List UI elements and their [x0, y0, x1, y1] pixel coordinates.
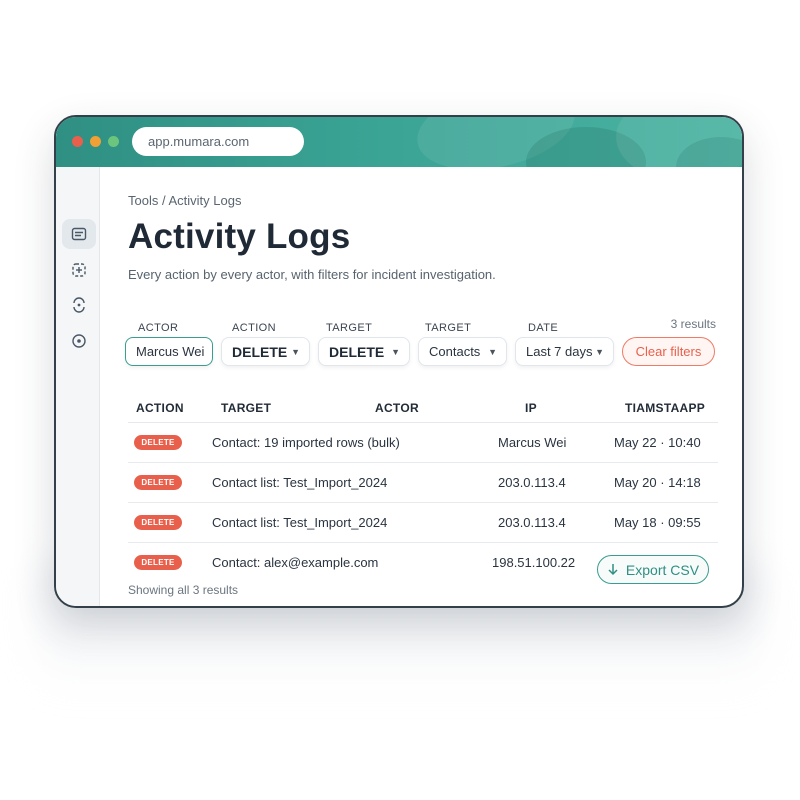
- filter-label-target-type: TARGET: [425, 322, 472, 334]
- actor-filter-input[interactable]: Marcus Wei: [125, 337, 213, 366]
- table-row[interactable]: DELETE Contact: 19 imported rows (bulk) …: [128, 423, 718, 463]
- row-timestamp: May 20 · 14:18: [614, 475, 701, 490]
- row-target: Contact: alex@example.com: [212, 555, 379, 570]
- row-target: Contact list: Test_Import_2024: [212, 475, 388, 490]
- row-timestamp: May 18 · 09:55: [614, 515, 701, 530]
- browser-titlebar: app.mumara.com: [56, 117, 742, 167]
- target-filter-value: DELETE: [329, 343, 385, 360]
- grid-plus-icon: [72, 263, 86, 277]
- clear-filters-button[interactable]: Clear filters: [622, 337, 715, 366]
- export-csv-button[interactable]: Export CSV: [597, 555, 709, 584]
- chevron-down-icon: ▼: [595, 347, 604, 357]
- page-title: Activity Logs: [128, 217, 351, 256]
- sidebar-item-add[interactable]: [62, 255, 96, 285]
- action-badge: DELETE: [134, 475, 182, 490]
- export-csv-label: Export CSV: [625, 561, 700, 578]
- showing-results-text: Showing all 3 results: [128, 583, 239, 597]
- row-ip: 198.51.100.22: [492, 555, 576, 570]
- sidebar-item-sync[interactable]: [62, 290, 96, 320]
- action-badge: DELETE: [134, 555, 182, 570]
- column-header-action[interactable]: ACTION: [136, 401, 184, 415]
- filter-label-actor: ACTOR: [138, 322, 179, 334]
- target-filter-select[interactable]: DELETE ▼: [318, 337, 410, 366]
- row-target: Contact: 19 imported rows (bulk): [212, 435, 400, 450]
- breadcrumb: Tools / Activity Logs: [128, 193, 242, 208]
- chevron-down-icon: ▼: [488, 347, 497, 357]
- refresh-icon: [73, 297, 85, 313]
- browser-window: app.mumara.com Tools / Activity Logs Act…: [54, 115, 744, 608]
- actor-filter-value: Marcus Wei: [136, 344, 205, 359]
- download-arrow-icon: [608, 564, 618, 576]
- date-filter-value: Last 7 days: [526, 344, 593, 359]
- column-header-actor[interactable]: ACTOR: [375, 401, 419, 415]
- close-window-button[interactable]: [72, 136, 83, 147]
- minimize-window-button[interactable]: [90, 136, 101, 147]
- row-timestamp: May 22 · 10:40: [614, 435, 701, 450]
- table-row[interactable]: DELETE Contact list: Test_Import_2024 20…: [128, 463, 718, 503]
- table-row[interactable]: DELETE Contact list: Test_Import_2024 20…: [128, 503, 718, 543]
- row-ip: 203.0.113.4: [498, 475, 566, 490]
- target-icon: [72, 334, 86, 348]
- filter-label-action: ACTION: [232, 322, 276, 334]
- action-badge: DELETE: [134, 435, 182, 450]
- target-type-filter-select[interactable]: Contacts ▼: [418, 337, 507, 366]
- results-count: 3 results: [670, 317, 716, 331]
- date-filter-select[interactable]: Last 7 days ▼: [515, 337, 614, 366]
- action-filter-select[interactable]: DELETE ▼: [221, 337, 310, 366]
- url-bar[interactable]: app.mumara.com: [132, 127, 304, 156]
- url-text: app.mumara.com: [148, 134, 250, 149]
- action-badge: DELETE: [134, 515, 182, 530]
- row-ip: 203.0.113.4: [498, 515, 566, 530]
- sidebar-item-target[interactable]: [62, 326, 96, 356]
- filter-label-target: TARGET: [326, 322, 373, 334]
- chevron-down-icon: ▼: [391, 347, 400, 357]
- target-type-filter-value: Contacts: [429, 344, 481, 359]
- sidebar: [56, 167, 100, 606]
- action-filter-value: DELETE: [232, 343, 288, 360]
- row-target: Contact list: Test_Import_2024: [212, 515, 388, 530]
- sidebar-item-activity-logs[interactable]: [62, 219, 96, 249]
- column-header-timestamp[interactable]: TIAMSTAAPP: [625, 401, 705, 415]
- logs-icon: [71, 227, 87, 241]
- filter-label-date: DATE: [528, 322, 559, 334]
- main-content: Tools / Activity Logs Activity Logs Ever…: [125, 167, 728, 606]
- page-subtitle: Every action by every actor, with filter…: [128, 267, 496, 282]
- chevron-down-icon: ▼: [291, 347, 300, 357]
- column-header-ip[interactable]: IP: [525, 401, 537, 415]
- maximize-window-button[interactable]: [108, 136, 119, 147]
- row-actor: Marcus Wei: [498, 435, 567, 450]
- column-header-target[interactable]: TARGET: [221, 401, 271, 415]
